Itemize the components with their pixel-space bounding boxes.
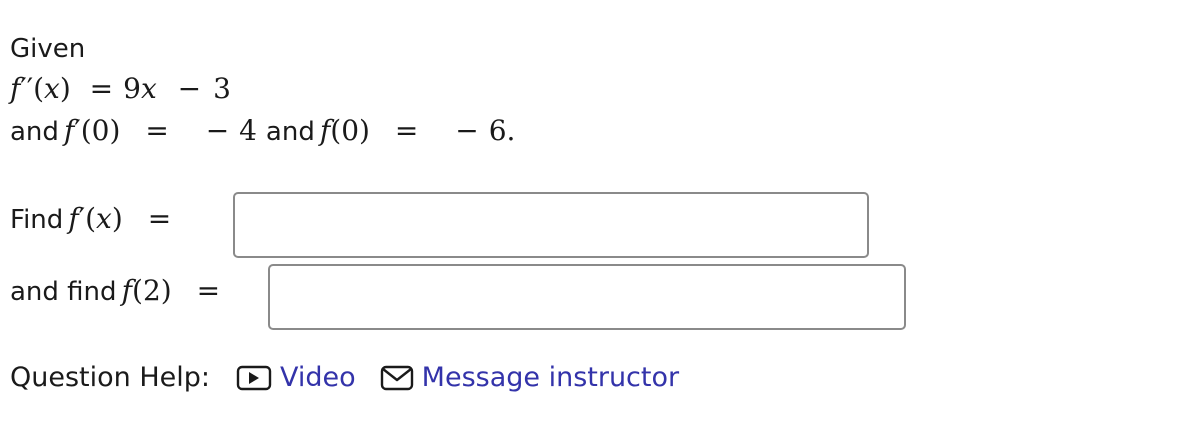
message-link-label: Message instructor: [421, 362, 680, 393]
envelope-icon: [380, 365, 414, 391]
find-fprime-row: Find f′(x) =: [10, 202, 172, 235]
message-instructor-link[interactable]: Message instructor: [380, 362, 679, 393]
initial-conditions: and f′(0) = −4 and f(0) = −6.: [10, 114, 516, 147]
second-derivative-equation: f′′(x) = 9x −3: [10, 72, 231, 105]
video-help-link[interactable]: Video: [236, 362, 356, 393]
given-label: Given: [10, 34, 86, 64]
video-link-label: Video: [280, 362, 356, 393]
question-help-bar: Question Help: Video Message instructor: [10, 362, 703, 393]
f2-answer-input[interactable]: [268, 264, 906, 330]
fprime-answer-input[interactable]: [233, 192, 869, 258]
video-play-icon: [236, 365, 272, 391]
find-f2-row: and find f(2) =: [10, 274, 221, 307]
question-help-label: Question Help:: [10, 362, 210, 393]
